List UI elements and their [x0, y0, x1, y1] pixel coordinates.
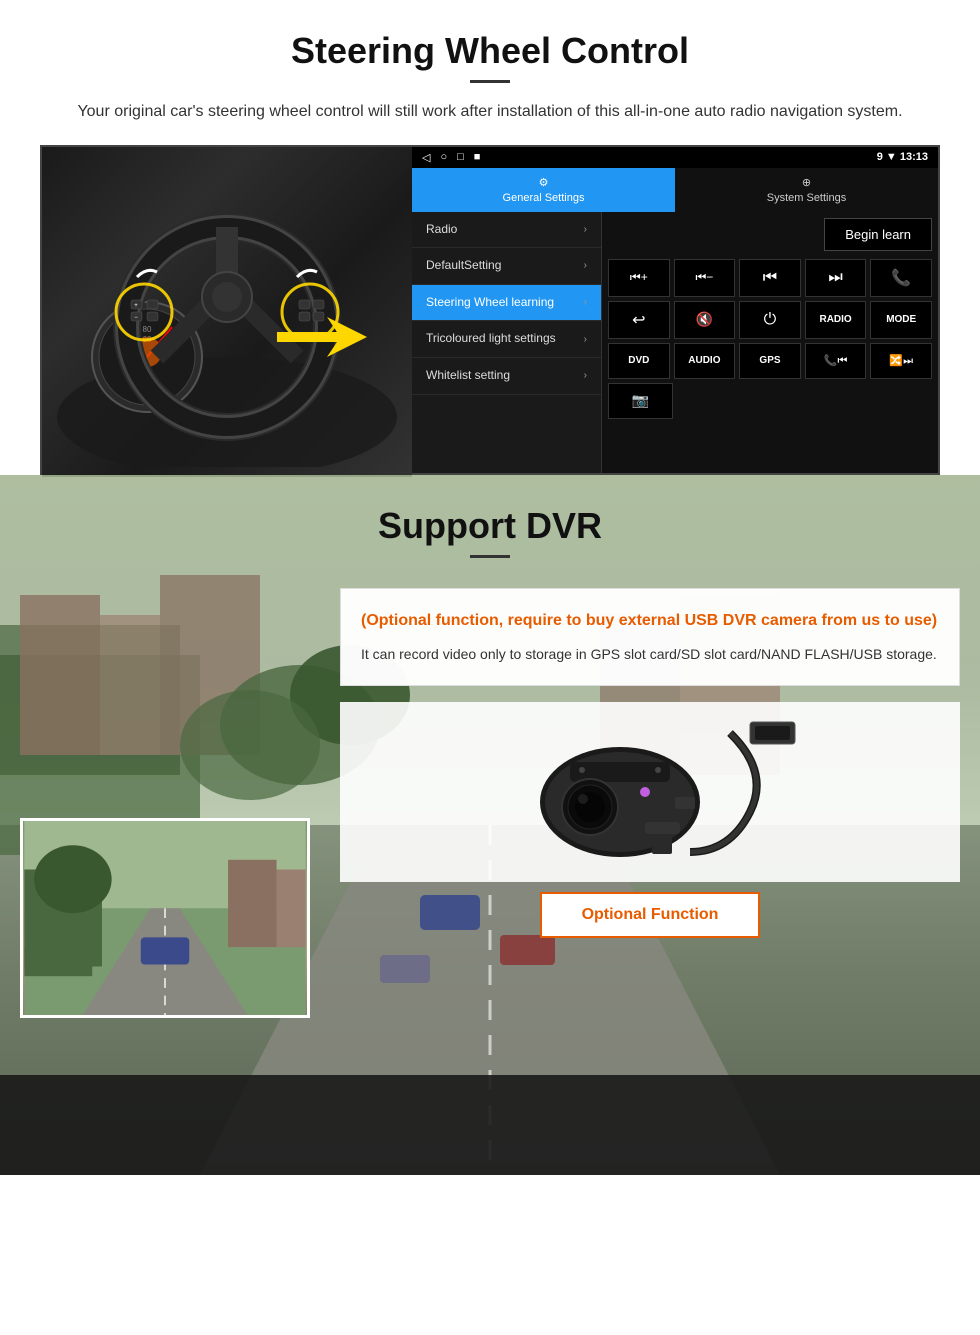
ctrl-btn-radio[interactable]: RADIO [805, 301, 867, 339]
control-buttons-row3: DVD AUDIO GPS 📞⏮ 🔀⏭ [608, 343, 932, 379]
ctrl-btn-gps[interactable]: GPS [739, 343, 801, 379]
dvr-road-svg [23, 821, 307, 1015]
tab-system-settings[interactable]: ⊕ System Settings [675, 168, 938, 212]
ctrl-btn-camera[interactable]: 📷 [608, 383, 673, 419]
system-icon: ⊕ [802, 176, 811, 189]
steering-section: Steering Wheel Control Your original car… [0, 0, 980, 475]
gear-icon: ⚙ [539, 176, 549, 189]
begin-learn-row: Begin learn [608, 218, 932, 251]
steering-description: Your original car's steering wheel contr… [40, 99, 940, 125]
tab-system-label: System Settings [767, 192, 846, 204]
chevron-icon: › [584, 334, 587, 345]
recents-icon[interactable]: □ [457, 151, 464, 164]
dvr-title: Support DVR [0, 505, 980, 547]
dvr-right: (Optional function, require to buy exter… [340, 588, 960, 938]
begin-learn-button[interactable]: Begin learn [824, 218, 932, 251]
dvr-left [20, 588, 320, 1018]
optional-function-button[interactable]: Optional Function [540, 892, 761, 938]
ctrl-btn-mute[interactable]: 🔇 [674, 301, 736, 339]
clock: 13:13 [900, 151, 928, 163]
status-bar: ◁ ○ □ ■ 9 ▼ 13:13 [412, 147, 938, 168]
status-bar-right: 9 ▼ 13:13 [877, 151, 928, 163]
ctrl-btn-vol-up[interactable]: ⏮+ [608, 259, 670, 297]
control-buttons-row4: 📷 [608, 383, 932, 419]
back-icon[interactable]: ◁ [422, 151, 430, 164]
dvr-camera-svg [490, 712, 810, 872]
dvr-camera-thumbnail [20, 818, 310, 1018]
signal-icon: 9 ▼ [877, 151, 900, 163]
ctrl-btn-dvd[interactable]: DVD [608, 343, 670, 379]
svg-text:+: + [134, 303, 138, 309]
chevron-icon: › [584, 224, 587, 235]
control-buttons-row2: ↩ 🔇 ⏻ RADIO MODE [608, 301, 932, 339]
tab-general-label: General Settings [503, 192, 585, 204]
steering-wheel-illustration: 60 80 100 [57, 157, 397, 467]
svg-text:−: − [134, 315, 138, 321]
menu-icon[interactable]: ■ [474, 151, 481, 164]
nav-icons: ◁ ○ □ ■ [422, 151, 480, 164]
chevron-icon: › [584, 370, 587, 381]
ctrl-btn-prev[interactable]: ⏮ [739, 259, 801, 297]
dvr-thumbnail-inner [23, 821, 307, 1015]
ctrl-btn-vol-down[interactable]: ⏮− [674, 259, 736, 297]
android-settings-panel: ◁ ○ □ ■ 9 ▼ 13:13 ⚙ General Settings ⊕ [412, 147, 938, 473]
ctrl-btn-power[interactable]: ⏻ [739, 301, 801, 339]
control-buttons-row1: ⏮+ ⏮− ⏮ ⏭ 📞 [608, 259, 932, 297]
ctrl-btn-back[interactable]: ↩ [608, 301, 670, 339]
dvr-optional-text: (Optional function, require to buy exter… [361, 609, 939, 633]
chevron-icon: › [584, 260, 587, 271]
optional-function-row: Optional Function [340, 892, 960, 938]
dvr-section: Support DVR [0, 475, 980, 1175]
ctrl-btn-mode[interactable]: MODE [870, 301, 932, 339]
dvr-main: (Optional function, require to buy exter… [0, 588, 980, 1018]
steering-title: Steering Wheel Control [40, 30, 940, 72]
tab-bar: ⚙ General Settings ⊕ System Settings [412, 168, 938, 212]
ctrl-btn-phone[interactable]: 📞 [870, 259, 932, 297]
menu-item-whitelist[interactable]: Whitelist setting › [412, 358, 601, 395]
settings-menu: Radio › DefaultSetting › Steering Wheel … [412, 212, 602, 473]
dvr-content: Support DVR [0, 475, 980, 1048]
dvr-body-text: It can record video only to storage in G… [361, 643, 939, 665]
menu-item-radio[interactable]: Radio › [412, 212, 601, 249]
dvr-info-box: (Optional function, require to buy exter… [340, 588, 960, 686]
steering-wheel-photo: 60 80 100 [42, 147, 412, 477]
ctrl-btn-next[interactable]: ⏭ [805, 259, 867, 297]
menu-item-tricoloured[interactable]: Tricoloured light settings › [412, 321, 601, 358]
dvr-divider [470, 555, 510, 558]
tab-general-settings[interactable]: ⚙ General Settings [412, 168, 675, 212]
settings-main: Radio › DefaultSetting › Steering Wheel … [412, 212, 938, 473]
ctrl-btn-shuffle-next[interactable]: 🔀⏭ [870, 343, 932, 379]
menu-item-default-setting[interactable]: DefaultSetting › [412, 248, 601, 285]
settings-content: Begin learn ⏮+ ⏮− ⏮ ⏭ 📞 ↩ 🔇 ⏻ [602, 212, 938, 473]
ctrl-btn-audio[interactable]: AUDIO [674, 343, 736, 379]
svg-text:80: 80 [143, 325, 152, 334]
chevron-icon: › [584, 297, 587, 308]
ctrl-btn-phone-prev[interactable]: 📞⏮ [805, 343, 867, 379]
steering-divider [470, 80, 510, 83]
android-ui: 60 80 100 [40, 145, 940, 475]
dvr-camera-area [340, 702, 960, 882]
home-icon[interactable]: ○ [440, 151, 447, 164]
menu-item-steering-wheel[interactable]: Steering Wheel learning › [412, 285, 601, 322]
